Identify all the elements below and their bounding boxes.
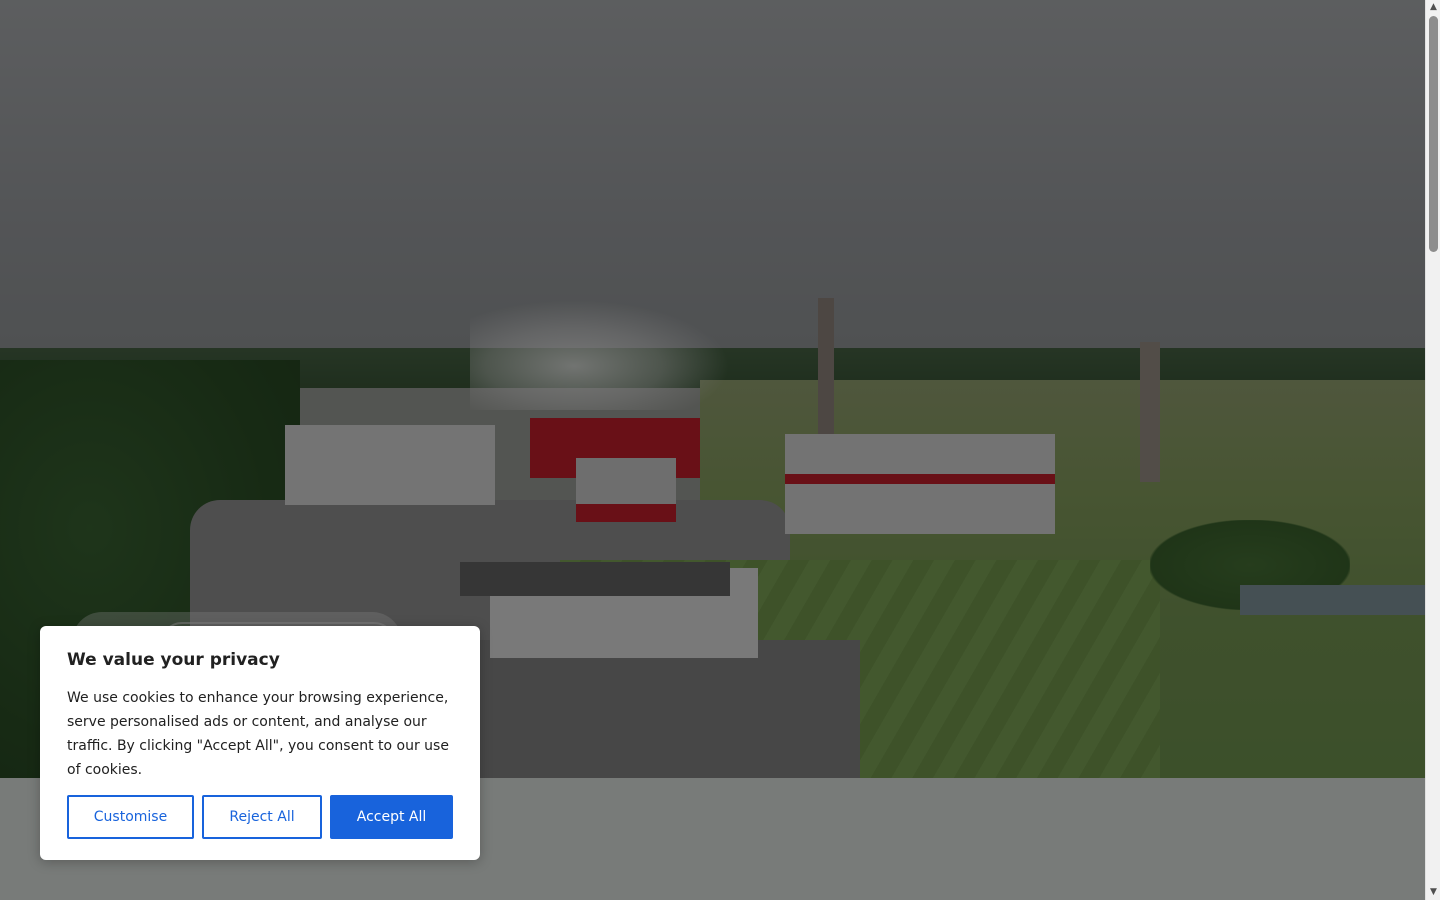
accept-all-button[interactable]: Accept All — [330, 795, 453, 839]
customise-button[interactable]: Customise — [67, 795, 194, 839]
scroll-thumb[interactable] — [1429, 16, 1438, 252]
scroll-up-icon[interactable]: ▲ — [1426, 0, 1440, 15]
cookie-message: We use cookies to enhance your browsing … — [67, 690, 449, 778]
page-scrollbar[interactable]: ▲ ▼ — [1425, 0, 1440, 900]
cookie-title: We value your privacy — [67, 650, 280, 670]
scroll-down-icon[interactable]: ▼ — [1426, 885, 1440, 900]
cookie-button-group: Customise Reject All Accept All — [67, 795, 453, 839]
reject-all-button[interactable]: Reject All — [202, 795, 322, 839]
cookie-consent-banner: We value your privacy We use cookies to … — [40, 626, 480, 860]
